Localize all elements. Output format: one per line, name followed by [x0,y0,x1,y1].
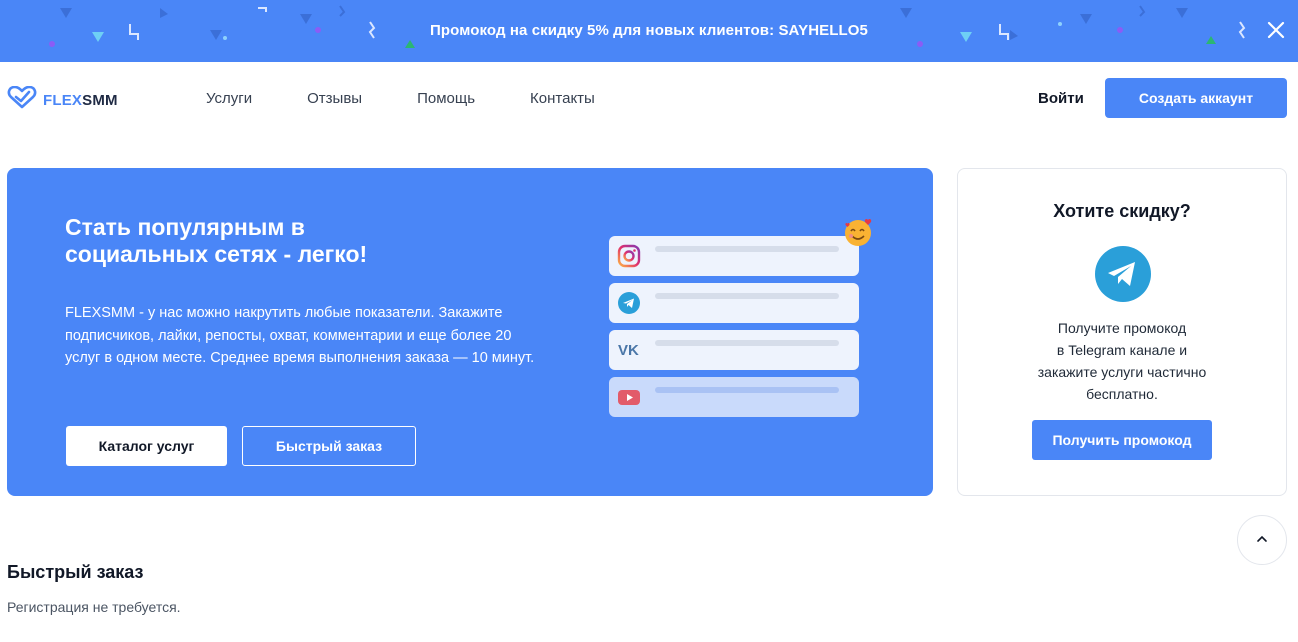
get-promocode-button[interactable]: Получить промокод [1032,420,1212,460]
discount-panel: Хотите скидку? Получите промокод в Teleg… [957,168,1287,496]
youtube-icon [617,385,641,409]
discount-text: Получите промокод в Telegram канале и за… [1037,320,1207,402]
smiling-face-with-hearts-icon [843,216,875,248]
card-placeholder-bar [655,246,839,252]
logo[interactable]: FLEXSMM [7,85,118,115]
site-header: FLEXSMM Услуги Отзывы Помощь Контакты Во… [0,62,1298,136]
catalog-button[interactable]: Каталог услуг [66,426,227,466]
card-placeholder-bar [655,293,839,299]
discount-title: Хотите скидку? [1053,201,1191,221]
logo-text: FLEXSMM [43,92,118,109]
quick-order-subtitle: Регистрация не требуется. [7,599,181,615]
nav-item-reviews[interactable]: Отзывы [307,90,362,107]
nav-item-services[interactable]: Услуги [206,90,252,107]
card-instagram [609,236,859,276]
chevron-up-icon [1255,531,1269,549]
hero-description: FLEXSMM - у нас можно накрутить любые по… [65,305,535,366]
quick-order-button[interactable]: Быстрый заказ [242,426,416,466]
card-vk: VK [609,330,859,370]
vk-icon: VK [617,338,641,362]
card-youtube [609,377,859,417]
login-link[interactable]: Войти [1038,90,1084,107]
quick-order-title: Быстрый заказ [7,562,144,582]
scroll-top-button[interactable] [1237,515,1287,565]
hero-title: Стать популярным в социальных сетях - ле… [65,214,368,267]
card-telegram [609,283,859,323]
svg-text:VK: VK [618,342,639,359]
telegram-icon [617,291,641,315]
promo-text: Промокод на скидку 5% для новых клиентов… [430,22,868,39]
hero-banner: Стать популярным в социальных сетях - ле… [7,168,933,496]
instagram-icon [617,244,641,268]
main-nav: Услуги Отзывы Помощь Контакты [206,90,650,107]
card-placeholder-bar [655,387,839,393]
telegram-icon[interactable] [1095,246,1151,302]
promo-banner: Промокод на скидку 5% для новых клиентов… [0,0,1298,62]
nav-item-help[interactable]: Помощь [417,90,475,107]
nav-item-contacts[interactable]: Контакты [530,90,595,107]
card-placeholder-bar [655,340,839,346]
heart-check-icon [7,85,37,115]
close-icon[interactable] [1264,18,1288,42]
create-account-button[interactable]: Создать аккаунт [1105,78,1287,118]
